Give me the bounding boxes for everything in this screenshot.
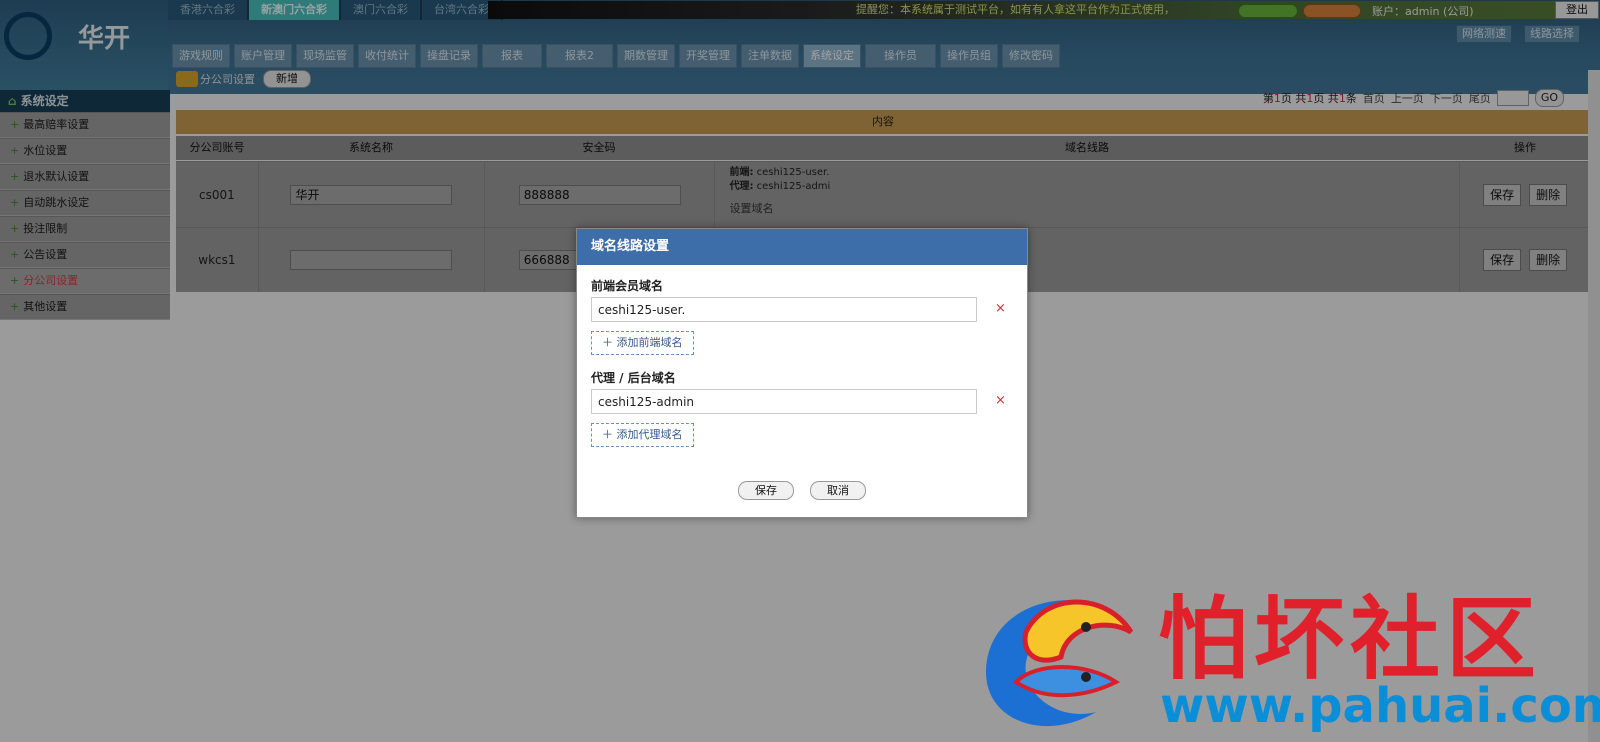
modal-save-button[interactable]: 保存 xyxy=(738,481,794,500)
add-agent-domain-button[interactable]: ＋ 添加代理域名 xyxy=(591,423,694,447)
agent-domain-input[interactable]: ceshi125-admin xyxy=(591,389,977,414)
front-domain-label: 前端会员域名 xyxy=(591,279,664,293)
modal-footer: 保存 取消 xyxy=(577,481,1027,500)
delete-agent-domain-icon[interactable]: × xyxy=(995,393,1006,408)
delete-front-domain-icon[interactable]: × xyxy=(995,301,1006,316)
app-root: 华开 香港六合彩 新澳门六合彩 澳门六合彩 台湾六合彩 提醒您：本系统属于测试平… xyxy=(0,0,1600,742)
modal-title: 域名线路设置 xyxy=(577,229,1027,265)
front-domain-input[interactable]: ceshi125-user. xyxy=(591,297,977,322)
add-front-domain-button[interactable]: ＋ 添加前端域名 xyxy=(591,331,694,355)
agent-domain-label: 代理 / 后台域名 xyxy=(591,371,676,385)
modal-cancel-button[interactable]: 取消 xyxy=(810,481,866,500)
watermark-url: www.pahuai.com xyxy=(1160,678,1600,734)
domain-settings-modal: 域名线路设置 前端会员域名 ceshi125-user. × ＋ 添加前端域名 … xyxy=(576,228,1028,518)
watermark-fish-logo xyxy=(986,599,1134,727)
watermark-text: 怕坏社区 xyxy=(1158,586,1542,692)
